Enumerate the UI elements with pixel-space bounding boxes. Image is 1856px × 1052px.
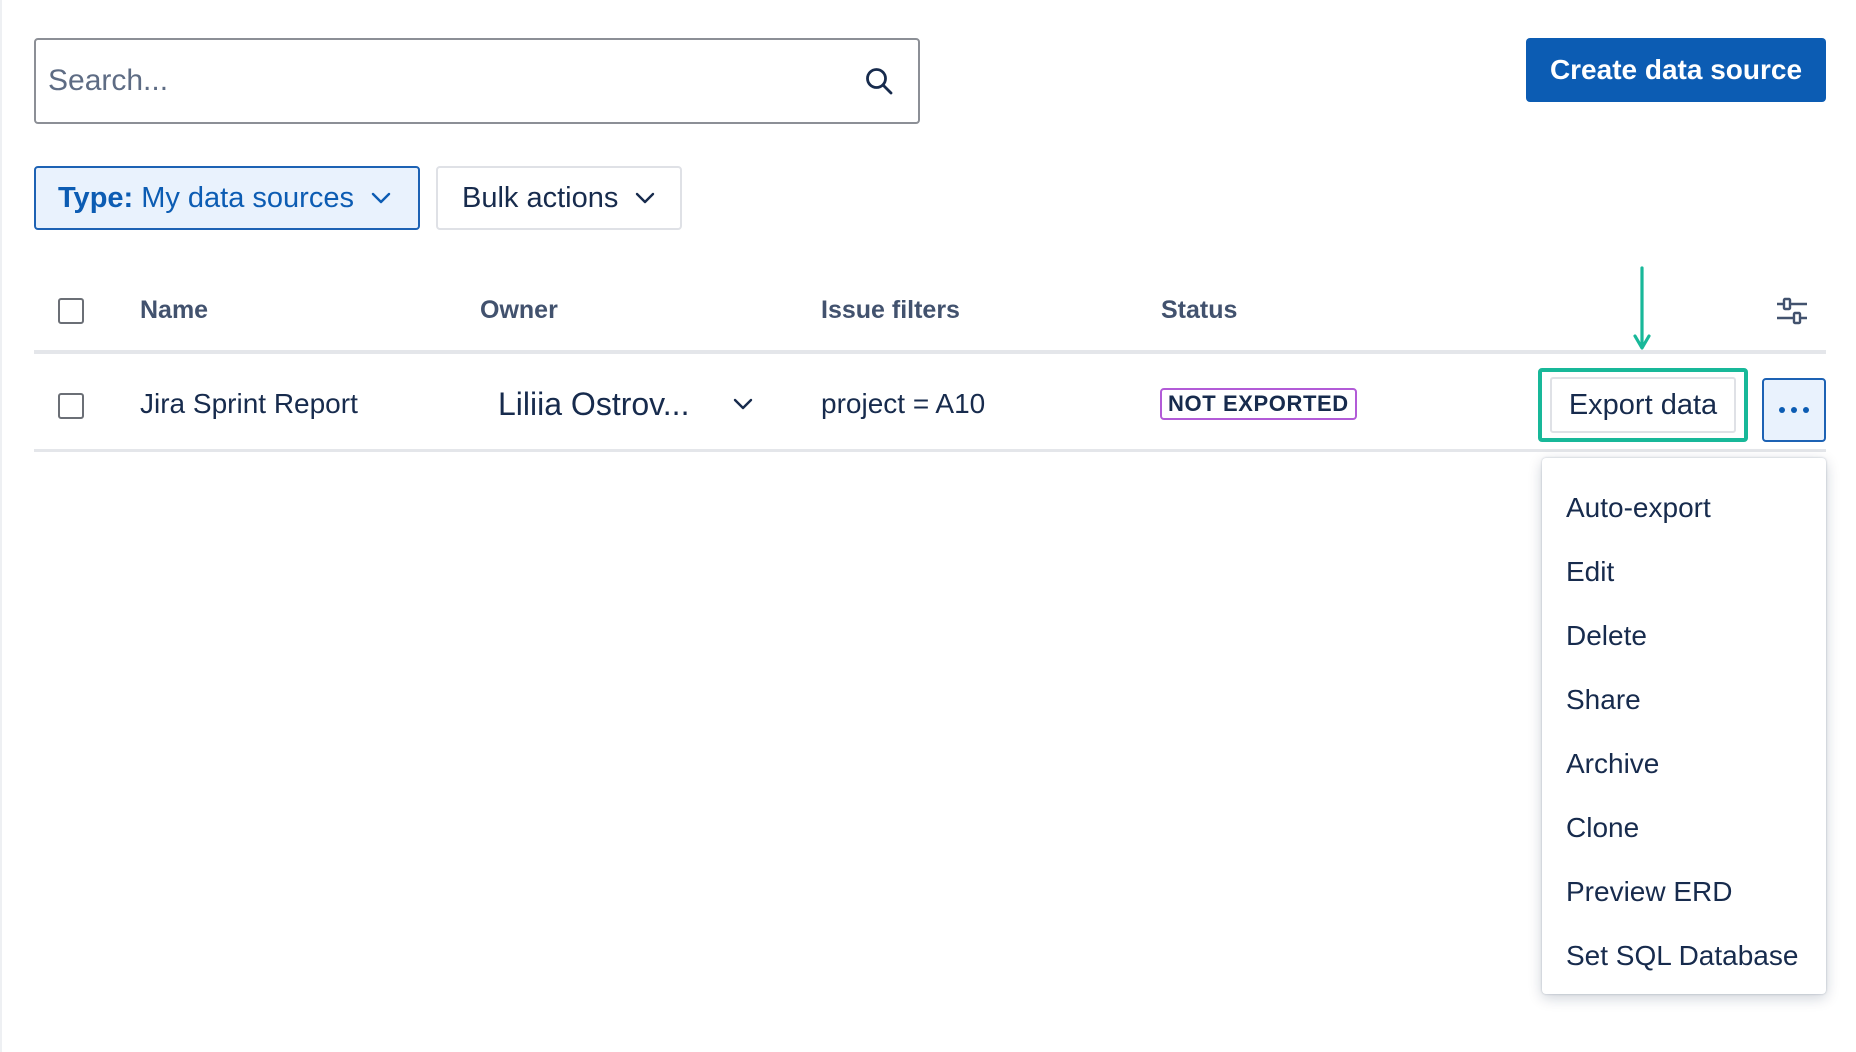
row-issue-filter: project = A10 bbox=[821, 388, 986, 419]
column-settings-icon[interactable] bbox=[1775, 294, 1809, 328]
menu-item-preview-erd[interactable]: Preview ERD bbox=[1542, 860, 1826, 924]
menu-item-edit[interactable]: Edit bbox=[1542, 540, 1826, 604]
page-left-edge bbox=[0, 0, 2, 1052]
type-filter-dropdown[interactable]: Type: My data sources bbox=[34, 166, 420, 230]
menu-item-share[interactable]: Share bbox=[1542, 668, 1826, 732]
bulk-actions-label: Bulk actions bbox=[462, 181, 619, 214]
type-filter-key: Type: bbox=[58, 181, 134, 214]
status-badge: NOT EXPORTED bbox=[1160, 388, 1357, 420]
search-icon[interactable] bbox=[862, 64, 896, 98]
table-row-divider bbox=[34, 449, 1826, 452]
column-header-owner[interactable]: Owner bbox=[480, 292, 558, 328]
owner-select[interactable]: Liliia Ostrov... bbox=[498, 382, 770, 426]
more-actions-button[interactable] bbox=[1762, 378, 1826, 442]
search-input[interactable] bbox=[36, 50, 862, 112]
bulk-actions-dropdown[interactable]: Bulk actions bbox=[436, 166, 682, 230]
table-header-divider bbox=[34, 350, 1826, 354]
export-data-button[interactable]: Export data bbox=[1550, 377, 1736, 433]
owner-name: Liliia Ostrov... bbox=[498, 385, 690, 422]
more-actions-menu: Auto-export Edit Delete Share Archive Cl… bbox=[1542, 458, 1826, 994]
menu-item-auto-export[interactable]: Auto-export bbox=[1542, 476, 1826, 540]
menu-item-set-sql-database[interactable]: Set SQL Database bbox=[1542, 924, 1826, 988]
chevron-down-icon bbox=[632, 185, 658, 211]
row-checkbox[interactable] bbox=[58, 393, 84, 419]
menu-item-archive[interactable]: Archive bbox=[1542, 732, 1826, 796]
create-data-source-button[interactable]: Create data source bbox=[1526, 38, 1826, 102]
search-field[interactable] bbox=[34, 38, 920, 124]
export-data-label: Export data bbox=[1568, 388, 1718, 421]
column-header-issue-filters[interactable]: Issue filters bbox=[821, 292, 960, 328]
row-name[interactable]: Jira Sprint Report bbox=[140, 384, 358, 424]
more-horizontal-icon bbox=[1778, 401, 1810, 419]
menu-item-delete[interactable]: Delete bbox=[1542, 604, 1826, 668]
chevron-down-icon bbox=[368, 185, 394, 211]
type-filter-value: My data sources bbox=[141, 181, 354, 214]
column-header-status[interactable]: Status bbox=[1161, 292, 1237, 328]
create-data-source-label: Create data source bbox=[1549, 54, 1803, 85]
select-all-checkbox[interactable] bbox=[58, 298, 84, 324]
menu-item-clone[interactable]: Clone bbox=[1542, 796, 1826, 860]
arrow-down-icon bbox=[1630, 266, 1654, 356]
export-data-highlight: Export data bbox=[1538, 368, 1748, 442]
chevron-down-icon bbox=[730, 391, 756, 417]
column-header-name[interactable]: Name bbox=[140, 292, 208, 328]
